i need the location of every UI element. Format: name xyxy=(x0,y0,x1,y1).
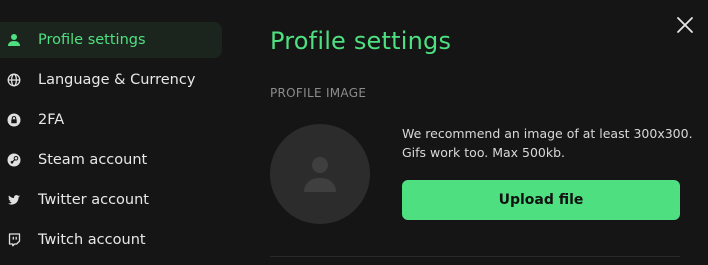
sidebar-item-profile-settings[interactable]: Profile settings xyxy=(0,22,222,58)
sidebar-item-steam-account[interactable]: Steam account xyxy=(0,142,222,178)
sidebar-item-label: Twitter account xyxy=(38,192,149,208)
upload-hint-line-1: We recommend an image of at least 300x30… xyxy=(402,126,693,141)
sidebar-item-label: Language & Currency xyxy=(38,72,196,88)
upload-file-button[interactable]: Upload file xyxy=(402,180,680,220)
settings-sidebar: Profile settings Language & Currency 2FA… xyxy=(0,22,222,262)
lock-icon xyxy=(7,113,21,127)
sidebar-item-twitch-account[interactable]: Twitch account xyxy=(0,222,222,258)
twitch-icon xyxy=(7,233,21,247)
steam-icon xyxy=(7,153,21,167)
user-icon xyxy=(7,33,21,47)
sidebar-item-label: Twitch account xyxy=(38,232,146,248)
sidebar-item-language-currency[interactable]: Language & Currency xyxy=(0,62,222,98)
close-icon xyxy=(677,17,693,33)
sidebar-item-label: 2FA xyxy=(38,112,65,128)
globe-icon xyxy=(7,73,21,87)
user-placeholder-icon xyxy=(304,157,336,192)
sidebar-item-label: Profile settings xyxy=(38,32,146,48)
avatar xyxy=(270,124,370,224)
page-title: Profile settings xyxy=(270,27,452,55)
twitter-icon xyxy=(7,193,21,207)
profile-settings-modal: Profile settings Language & Currency 2FA… xyxy=(0,0,708,265)
profile-image-section-label: PROFILE IMAGE xyxy=(270,86,367,100)
close-button[interactable] xyxy=(676,16,694,34)
upload-hint-line-2: Gifs work too. Max 500kb. xyxy=(402,145,566,160)
sidebar-item-2fa[interactable]: 2FA xyxy=(0,102,222,138)
sidebar-item-label: Steam account xyxy=(38,152,148,168)
upload-hint: We recommend an image of at least 300x30… xyxy=(402,124,693,162)
sidebar-item-twitter-account[interactable]: Twitter account xyxy=(0,182,222,218)
section-divider xyxy=(270,256,680,257)
